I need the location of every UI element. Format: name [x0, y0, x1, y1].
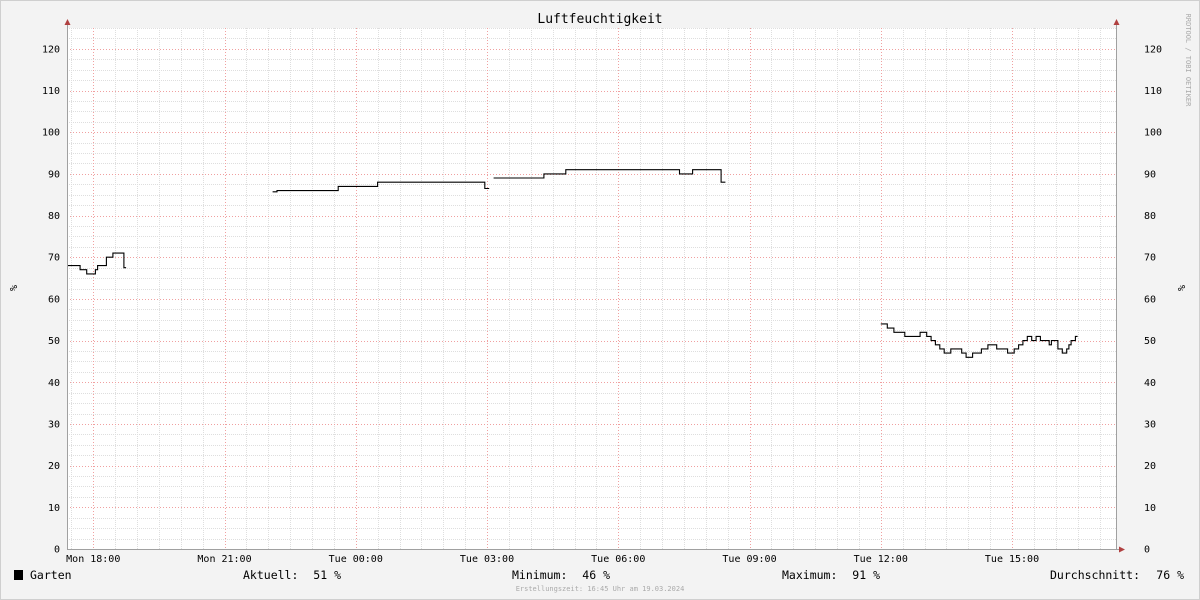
- y-tick-label-right: 20: [1144, 461, 1156, 472]
- y-tick-label-left: 80: [48, 211, 60, 222]
- legend-maximum-value: 91 %: [852, 568, 880, 582]
- humidity-chart: 0 0 10 10 20 20 30 30 40 40 50 50 60 60 70 70 80 80 90 90 10…: [7, 12, 1192, 593]
- y-tick-label-left: 40: [48, 378, 60, 389]
- y-axis-label-right: %: [1175, 285, 1186, 291]
- y-axis-arrow-right: [1113, 19, 1120, 25]
- y-tick-label-left: 10: [48, 503, 60, 514]
- y-tick-label-left: 30: [48, 419, 60, 430]
- y-tick-label-right: 110: [1144, 86, 1162, 97]
- legend-aktuell-label: Aktuell:: [243, 568, 298, 582]
- y-axis-label-left: %: [7, 285, 18, 291]
- y-tick-label-right: 40: [1144, 378, 1156, 389]
- y-tick-label-right: 120: [1144, 44, 1162, 55]
- y-tick-label-left: 120: [42, 44, 60, 55]
- y-tick-label-right: 100: [1144, 128, 1162, 139]
- chart-title: Luftfeuchtigkeit: [537, 12, 662, 27]
- watermark: RRDTOOL / TOBI OETIKER: [1184, 14, 1192, 108]
- legend-series-name: Garten: [30, 568, 72, 582]
- y-tick-label-left: 50: [48, 336, 60, 347]
- legend-swatch: [14, 570, 23, 580]
- legend-aktuell-value: 51 %: [313, 568, 341, 582]
- y-tick-label-left: 60: [48, 294, 60, 305]
- y-tick-label-right: 70: [1144, 253, 1156, 264]
- x-axis-arrow: [1119, 546, 1125, 553]
- x-tick-label: Mon 18:00: [66, 554, 120, 565]
- footer-timestamp: Erstellungszeit: 16:45 Uhr am 19.03.2024: [516, 585, 685, 593]
- y-tick-label-right: 10: [1144, 503, 1156, 514]
- legend-average-value: 76 %: [1156, 568, 1184, 582]
- y-tick-label-right: 30: [1144, 419, 1156, 430]
- x-tick-label: Tue 03:00: [460, 554, 514, 565]
- legend-minimum-value: 46 %: [582, 568, 610, 582]
- y-tick-label-right: 50: [1144, 336, 1156, 347]
- y-tick-label-right: 60: [1144, 294, 1156, 305]
- y-tick-label-left: 70: [48, 253, 60, 264]
- plot-background: [67, 28, 1117, 549]
- x-tick-label: Tue 00:00: [329, 554, 383, 565]
- y-tick-label-left: 20: [48, 461, 60, 472]
- y-tick-label-left: 110: [42, 86, 60, 97]
- y-tick-label-right: 0: [1144, 545, 1150, 556]
- y-tick-label-left: 90: [48, 169, 60, 180]
- y-tick-label-right: 80: [1144, 211, 1156, 222]
- plot-area: [67, 28, 1117, 549]
- x-tick-label: Tue 09:00: [722, 554, 776, 565]
- y-tick-label-left: 0: [54, 545, 60, 556]
- legend-minimum-label: Minimum:: [512, 568, 567, 582]
- x-tick-label: Mon 21:00: [197, 554, 251, 565]
- x-tick-label: Tue 06:00: [591, 554, 645, 565]
- y-axis-arrow-left: [64, 19, 71, 25]
- legend-maximum-label: Maximum:: [782, 568, 837, 582]
- legend-average-label: Durchschnitt:: [1050, 568, 1140, 582]
- x-tick-label: Tue 15:00: [985, 554, 1039, 565]
- y-tick-label-left: 100: [42, 128, 60, 139]
- y-tick-label-right: 90: [1144, 169, 1156, 180]
- x-tick-label: Tue 12:00: [854, 554, 908, 565]
